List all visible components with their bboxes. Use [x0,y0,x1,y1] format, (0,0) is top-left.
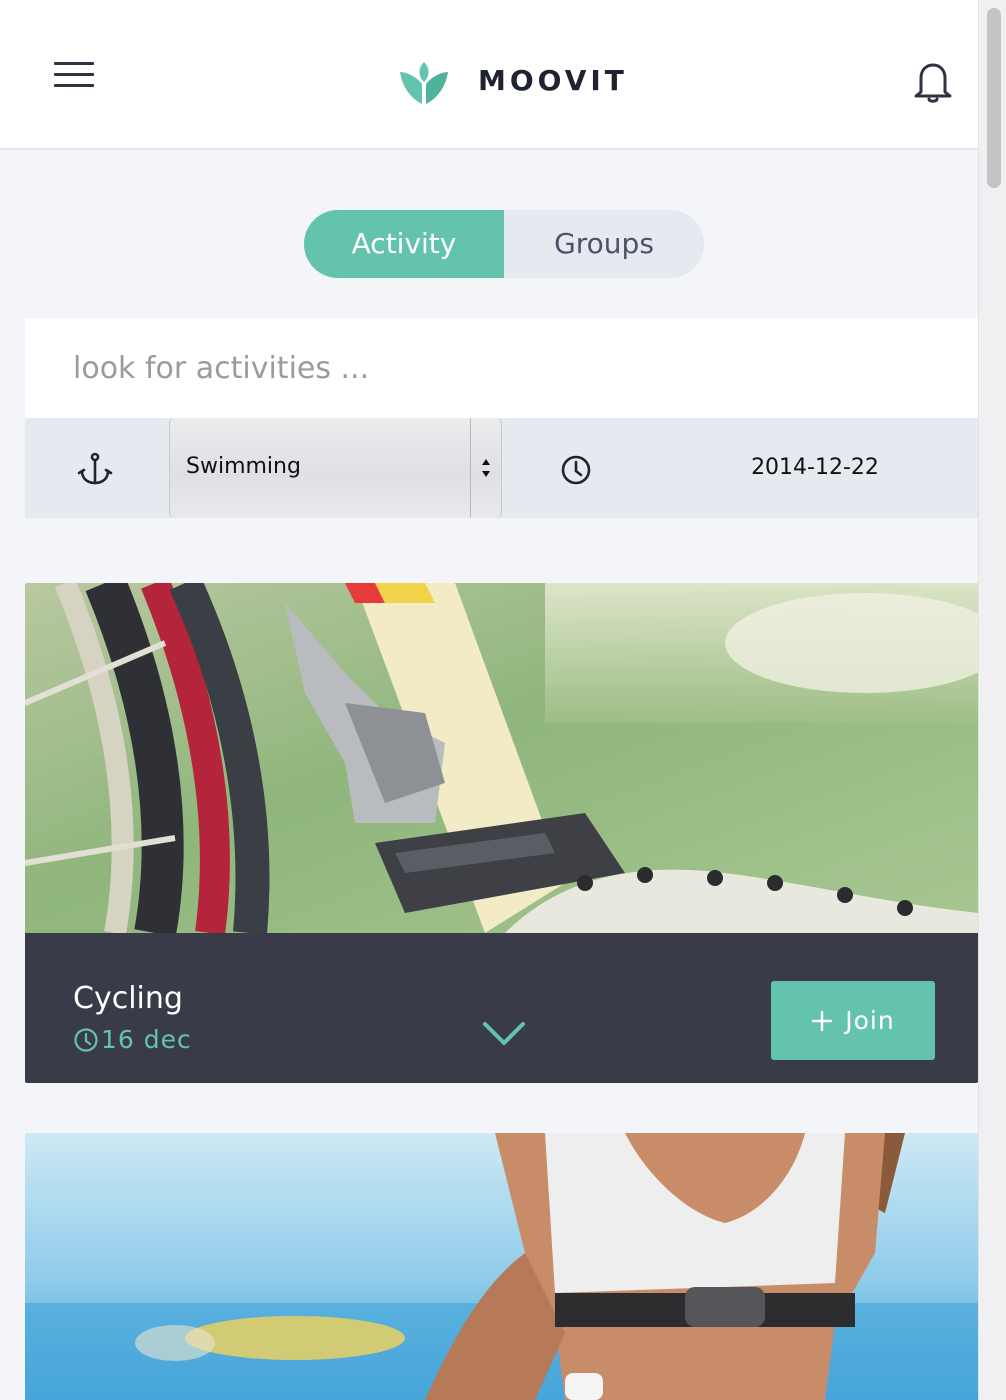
card-title: Cycling [73,981,183,1016]
bicycle-gear-photo [25,583,978,933]
clock-icon [561,455,591,485]
select-divider [470,418,471,518]
app-logo[interactable]: MOOVIT [398,52,628,108]
card-date-text: 16 dec [101,1025,192,1054]
logo-text: MOOVIT [478,63,628,97]
join-label: Join [845,1006,895,1035]
tab-activity[interactable]: Activity [304,210,504,278]
activity-type-select[interactable]: Swimming [169,418,502,518]
scrollbar-thumb[interactable] [987,8,1001,188]
filter-bar: Swimming 2014-12-22 [25,418,978,518]
anchor-icon [77,452,113,485]
app-header: MOOVIT [0,0,978,150]
activity-type-value: Swimming [186,454,301,479]
bell-icon[interactable] [908,56,958,106]
join-button[interactable]: Join [771,981,935,1060]
activity-card[interactable] [25,1133,978,1400]
view-tabs: Activity Groups [304,210,704,278]
runner-beach-photo [25,1133,978,1400]
activity-card[interactable]: Cycling 16 dec Join [25,583,978,1083]
date-filter[interactable]: 2014-12-22 [685,418,945,518]
card-info-bar: Cycling 16 dec Join [25,933,978,1083]
search-box [25,318,978,418]
clock-icon [74,1027,98,1052]
hamburger-menu-icon[interactable] [54,62,94,96]
scrollbar[interactable] [978,0,1006,1400]
tab-groups[interactable]: Groups [504,210,704,278]
card-date: 16 dec [73,1025,192,1054]
search-input[interactable] [25,318,978,418]
lotus-logo-icon [400,62,448,104]
plus-icon [812,1010,833,1031]
select-arrows-icon [482,459,490,477]
chevron-down-icon[interactable] [481,1019,527,1049]
